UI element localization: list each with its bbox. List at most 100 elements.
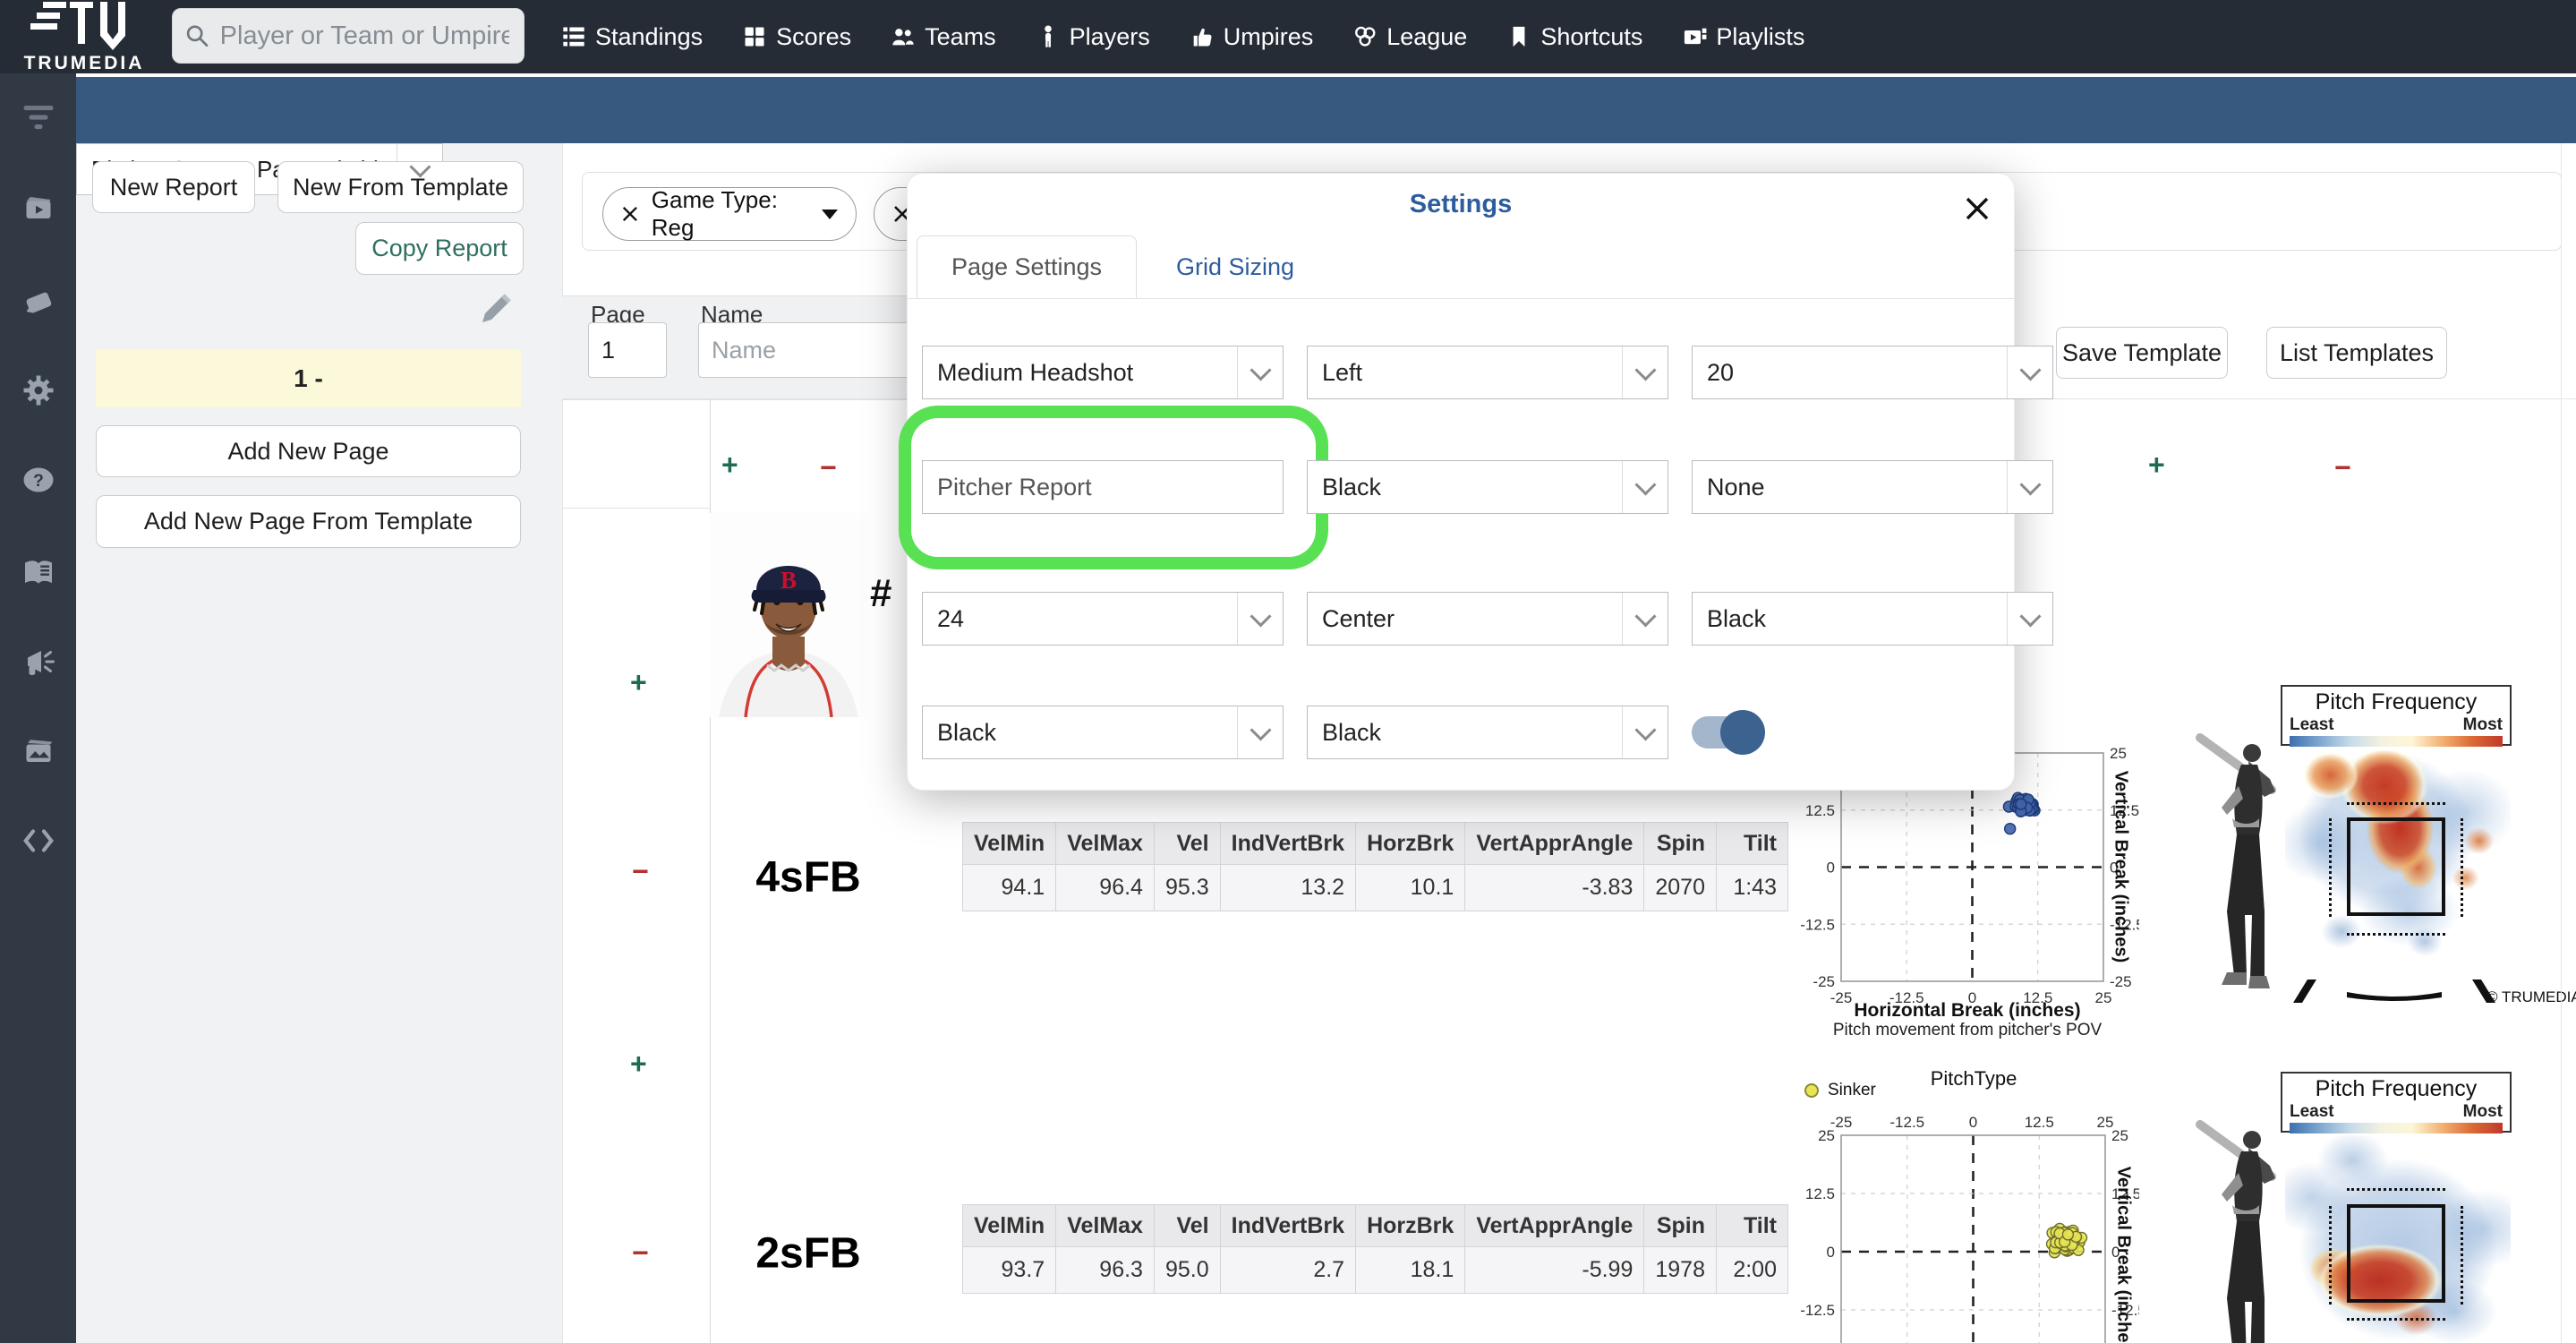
chevron-down-icon [1249, 718, 1272, 741]
nav-item-standings[interactable]: Standings [561, 23, 703, 51]
select-title-horizontal-alignment[interactable]: Center [1307, 592, 1668, 646]
batter-silhouette [2195, 732, 2295, 1001]
heatmap2-gradient-bar [2290, 1123, 2503, 1133]
global-search[interactable] [172, 8, 525, 64]
select-player-handedness-color-l-[interactable]: Black [1692, 592, 2053, 646]
report-header-bar [76, 77, 2576, 143]
remove-grid-cell-button[interactable]: − [2334, 453, 2351, 482]
save-template-button[interactable]: Save Template [2056, 327, 2228, 379]
add-grid-cell-button[interactable]: + [630, 1049, 647, 1078]
edit-pencil-icon[interactable] [477, 292, 513, 328]
select-player-description-font-size[interactable]: 20 [1692, 346, 2053, 399]
select-title-background-color[interactable]: None [1692, 460, 2053, 514]
nav-item-players[interactable]: Players [1036, 23, 1150, 51]
scatter1-ylabel: Vertical Break (inches) [2111, 770, 2131, 963]
settings-modal: Settings Page Settings Grid Sizing Mediu… [899, 173, 2053, 791]
table-row: 93.7 96.3 95.0 2.7 18.1 -5.99 1978 2:00 [961, 1246, 1788, 1294]
shadow-zone-line [2347, 1188, 2445, 1191]
svg-text:0: 0 [1827, 1244, 1835, 1261]
trumedia-logo-icon [30, 2, 125, 50]
shadow-zone-line [2329, 818, 2332, 917]
stat-value: 10.1 [1355, 864, 1466, 911]
remove-filter-icon[interactable] [621, 204, 639, 224]
caret-down-icon [822, 209, 838, 219]
filter-chip-game-type[interactable]: Game Type: Reg [602, 186, 857, 241]
tab-page-settings[interactable]: Page Settings [917, 235, 1137, 298]
chevron-down-icon [2018, 358, 2042, 381]
report-control-panel: New Report New From Template Copy Report… [76, 143, 563, 1343]
left-icon-sidebar: ? [0, 73, 76, 1343]
select-chevron-cell [2007, 593, 2052, 645]
select-title-text-color[interactable]: Black [1307, 460, 1668, 514]
nav-item-label: League [1386, 22, 1468, 50]
add-grid-cell-button[interactable]: + [2148, 450, 2165, 479]
flashcards-icon [26, 292, 51, 313]
nav-item-umpires[interactable]: Umpires [1190, 23, 1313, 51]
nav-item-playlists[interactable]: Playlists [1682, 23, 1804, 51]
svg-text:?: ? [33, 471, 44, 491]
guide-book-icon [24, 560, 52, 584]
select-player-description-alignment[interactable]: Left [1307, 346, 1668, 399]
select-player-description-format[interactable]: Medium Headshot [922, 346, 1284, 399]
close-icon[interactable] [1960, 192, 1994, 226]
add-new-page-button[interactable]: Add New Page [96, 425, 521, 477]
stat-value: 1:43 [1715, 864, 1788, 911]
add-grid-cell-button[interactable]: + [721, 450, 738, 479]
select-player-handedness-color-r-[interactable]: Black [922, 706, 1284, 759]
brand-text: TRUMEDIA [23, 53, 145, 73]
home-plate-graphic [2293, 979, 2495, 1003]
remove-grid-cell-button[interactable]: − [632, 857, 649, 885]
page-title-input[interactable] [922, 460, 1284, 514]
stat-value: -3.83 [1464, 864, 1645, 911]
stat-header: VelMax [1055, 1204, 1155, 1247]
sidebar-item-gear[interactable] [0, 364, 76, 417]
trumedia-logo[interactable]: TRUMEDIA [13, 2, 156, 73]
page-list-item-1[interactable]: 1 - [96, 349, 521, 407]
select-player-handedness-color-s-[interactable]: Black [1307, 706, 1668, 759]
svg-text:25: 25 [2111, 1127, 2128, 1144]
select-chevron-cell [2007, 346, 2052, 398]
sidebar-item-image-gallery[interactable] [0, 724, 76, 778]
select-title-font-size[interactable]: 24 [922, 592, 1284, 646]
list-templates-button[interactable]: List Templates [2266, 327, 2447, 379]
tab-grid-sizing[interactable]: Grid Sizing [1176, 235, 1294, 298]
sidebar-item-guide-book[interactable] [0, 545, 76, 599]
chevron-down-icon [2018, 604, 2042, 628]
trumedia-watermark: © TRUMEDIA 2024 [2486, 988, 2576, 1005]
new-from-template-button[interactable]: New From Template [277, 161, 524, 213]
page-number-input[interactable] [588, 322, 667, 378]
app-screen: TRUMEDIA Standings Scores Teams Players Umpi… [0, 0, 2576, 1343]
sidebar-item-video-playlist[interactable] [0, 181, 76, 235]
sidebar-item-embed-code[interactable] [0, 814, 76, 868]
nav-item-shortcuts[interactable]: Shortcuts [1506, 23, 1642, 51]
search-input[interactable] [218, 20, 511, 52]
pitch-type-label-4sFB: 4sFB [755, 853, 861, 902]
select-chevron-cell [1622, 706, 1668, 758]
add-new-page-from-template-button[interactable]: Add New Page From Template [96, 495, 521, 548]
new-report-button[interactable]: New Report [92, 161, 255, 213]
nav-item-scores[interactable]: Scores [742, 23, 851, 51]
sidebar-item-announcements[interactable] [0, 635, 76, 689]
shadow-zone-line [2347, 1318, 2445, 1321]
select-value: 24 [937, 604, 965, 632]
stat-value: 2070 [1643, 864, 1717, 911]
sidebar-item-help[interactable]: ? [0, 453, 76, 507]
sidebar-item-filter[interactable] [0, 90, 76, 143]
print-filters-toggle[interactable] [1692, 710, 1765, 755]
nav-item-teams[interactable]: Teams [891, 23, 996, 51]
remove-grid-cell-button[interactable]: − [820, 453, 837, 482]
remove-grid-cell-button[interactable]: − [632, 1238, 649, 1267]
stat-header: Spin [1643, 1204, 1717, 1247]
stat-value: 94.1 [961, 864, 1057, 911]
nav-item-league[interactable]: League [1352, 23, 1467, 51]
copy-report-button[interactable]: Copy Report [355, 222, 524, 275]
select-chevron-cell [1237, 593, 1283, 645]
select-value: Medium Headshot [937, 358, 1134, 386]
least-label: Least [2290, 1102, 2334, 1121]
filter-chip-label: Game Type: Reg [651, 186, 778, 241]
scatter1-xlabel: Horizontal Break (inches) [1854, 1000, 2081, 1021]
settings-modal-title: Settings [1409, 190, 1513, 218]
add-grid-cell-button[interactable]: + [630, 668, 647, 697]
sidebar-item-flashcards[interactable] [0, 274, 76, 328]
shadow-zone-line [2461, 818, 2463, 917]
